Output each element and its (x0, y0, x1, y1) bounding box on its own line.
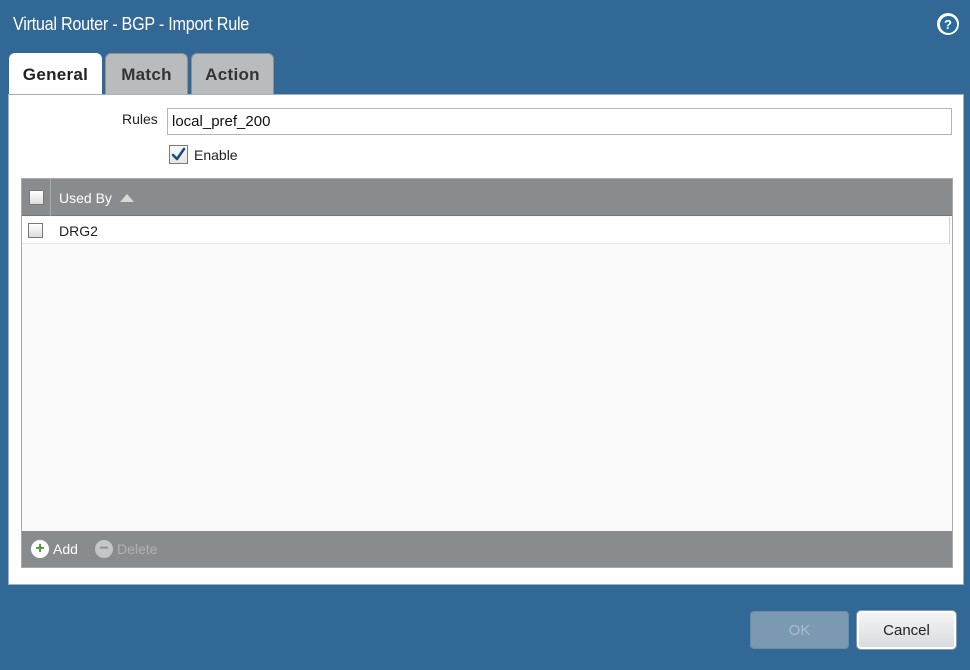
used-by-column-header[interactable]: Used By (59, 190, 134, 206)
ok-button[interactable]: OK (750, 611, 849, 649)
used-by-grid: Used By DRG2 + Add − Delete (21, 178, 953, 568)
grid-divider (949, 217, 950, 244)
enable-label: Enable (194, 146, 238, 163)
tab-match[interactable]: Match (105, 53, 188, 95)
tab-action[interactable]: Action (191, 53, 274, 95)
tab-bar: General Match Action (9, 53, 274, 95)
grid-header: Used By (22, 179, 952, 216)
rules-input[interactable] (167, 108, 952, 135)
row-name: DRG2 (59, 223, 98, 239)
add-button[interactable]: + Add (31, 540, 78, 558)
row-checkbox[interactable] (28, 223, 43, 238)
rules-label: Rules (122, 111, 158, 127)
enable-checkbox[interactable]: Enable (169, 145, 238, 164)
delete-label: Delete (117, 541, 158, 557)
import-rule-dialog: Virtual Router - BGP - Import Rule ? Gen… (0, 0, 970, 670)
dialog-title: Virtual Router - BGP - Import Rule (13, 14, 250, 34)
help-icon[interactable]: ? (937, 13, 959, 35)
used-by-header-label: Used By (59, 190, 112, 206)
sort-ascending-icon (119, 194, 134, 202)
select-all-checkbox[interactable] (28, 190, 44, 205)
select-all-cell (22, 179, 51, 216)
table-row[interactable]: DRG2 (22, 217, 950, 244)
delete-button[interactable]: − Delete (95, 540, 157, 558)
general-panel: Rules Enable Used By DRG2 (8, 94, 964, 585)
add-plus-icon: + (31, 540, 49, 558)
delete-minus-icon: − (95, 540, 113, 558)
grid-footer: + Add − Delete (22, 531, 952, 567)
tab-general[interactable]: General (9, 53, 102, 95)
cancel-button[interactable]: Cancel (857, 611, 956, 649)
question-mark-glyph: ? (939, 15, 957, 33)
enable-check-icon[interactable] (169, 145, 188, 164)
add-label: Add (53, 541, 78, 557)
